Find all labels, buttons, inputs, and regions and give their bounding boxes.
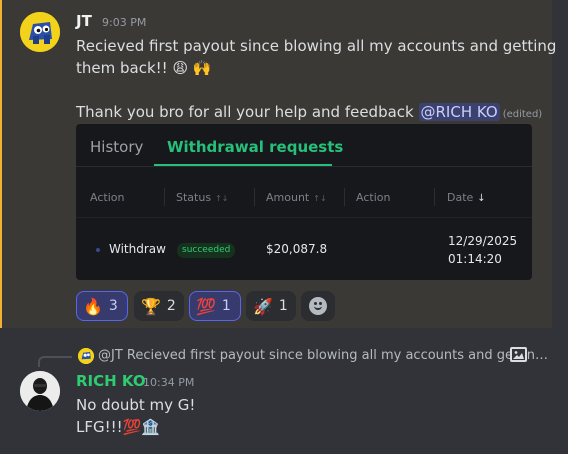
reaction-trophy[interactable]: 🏆 2	[134, 291, 184, 321]
sort-arrows-icon: ↑↓	[215, 194, 229, 203]
reaction-count: 2	[166, 298, 176, 314]
tab-history: History	[90, 138, 144, 156]
image-attachment[interactable]: History Withdrawal requests Action Statu…	[76, 124, 532, 280]
reaction-fire[interactable]: 🔥 3	[76, 291, 128, 321]
column-separator	[164, 188, 165, 206]
reply-avatar	[78, 348, 94, 364]
reaction-count: 1	[221, 298, 231, 314]
divider	[76, 217, 532, 218]
reaction-hundred[interactable]: 💯 1	[189, 291, 241, 321]
column-header-status: Status ↑↓	[176, 191, 229, 204]
message-line: No doubt my G!	[76, 396, 196, 414]
column-header-date: Date ↓	[447, 191, 486, 204]
avatar-jt[interactable]	[20, 12, 60, 52]
reaction-count: 1	[278, 298, 288, 314]
fire-icon: 🔥	[83, 296, 103, 316]
image-icon	[510, 347, 527, 362]
reply-preview[interactable]: @JT Recieved first payout since blowing …	[98, 347, 548, 365]
status-badge: succeeded	[177, 243, 236, 258]
timestamp: 10:34 PM	[143, 376, 195, 389]
sort-down-icon: ↓	[477, 193, 486, 204]
message-line: Thank you bro for all your help and feed…	[76, 101, 542, 126]
add-reaction-button[interactable]	[301, 291, 335, 321]
trophy-icon: 🏆	[141, 296, 161, 316]
user-mention[interactable]: @RICH KO	[418, 103, 500, 121]
column-separator	[344, 188, 345, 206]
cell-date: 12/29/2025	[448, 234, 518, 248]
column-header-action: Action	[90, 191, 125, 204]
column-separator	[434, 188, 435, 206]
reaction-rocket[interactable]: 🚀 1	[246, 291, 296, 321]
timestamp: 9:03 PM	[102, 16, 147, 29]
cell-action: Withdraw	[109, 242, 166, 256]
cell-amount: $20,087.8	[266, 242, 328, 256]
avatar-rich-ko[interactable]	[20, 371, 60, 411]
message-line: LFG!!!💯🏦	[76, 418, 161, 436]
reaction-count: 3	[108, 298, 118, 314]
cell-time: 01:14:20	[448, 252, 502, 266]
tab-withdrawal-requests: Withdrawal requests	[167, 138, 344, 156]
divider	[76, 166, 532, 167]
message-text: Thank you bro for all your help and feed…	[76, 103, 419, 121]
column-separator	[254, 188, 255, 206]
hundred-icon: 💯	[196, 296, 216, 316]
reply-spine	[38, 356, 72, 367]
column-header-amount: Amount ↑↓	[266, 191, 327, 204]
author-name[interactable]: JT	[76, 12, 92, 30]
smile-plus-icon	[309, 297, 327, 315]
author-name[interactable]: RICH KO	[76, 372, 146, 390]
message-line: Recieved first payout since blowing all …	[76, 37, 557, 55]
rocket-icon: 🚀	[253, 296, 273, 316]
message-line: them back!! 😩 🙌	[76, 59, 212, 77]
sort-arrows-icon: ↑↓	[313, 194, 327, 203]
edited-label: (edited)	[502, 109, 543, 120]
bullet-icon	[96, 248, 100, 252]
mention-highlight-bar	[0, 0, 2, 328]
column-header-action-2: Action	[356, 191, 391, 204]
